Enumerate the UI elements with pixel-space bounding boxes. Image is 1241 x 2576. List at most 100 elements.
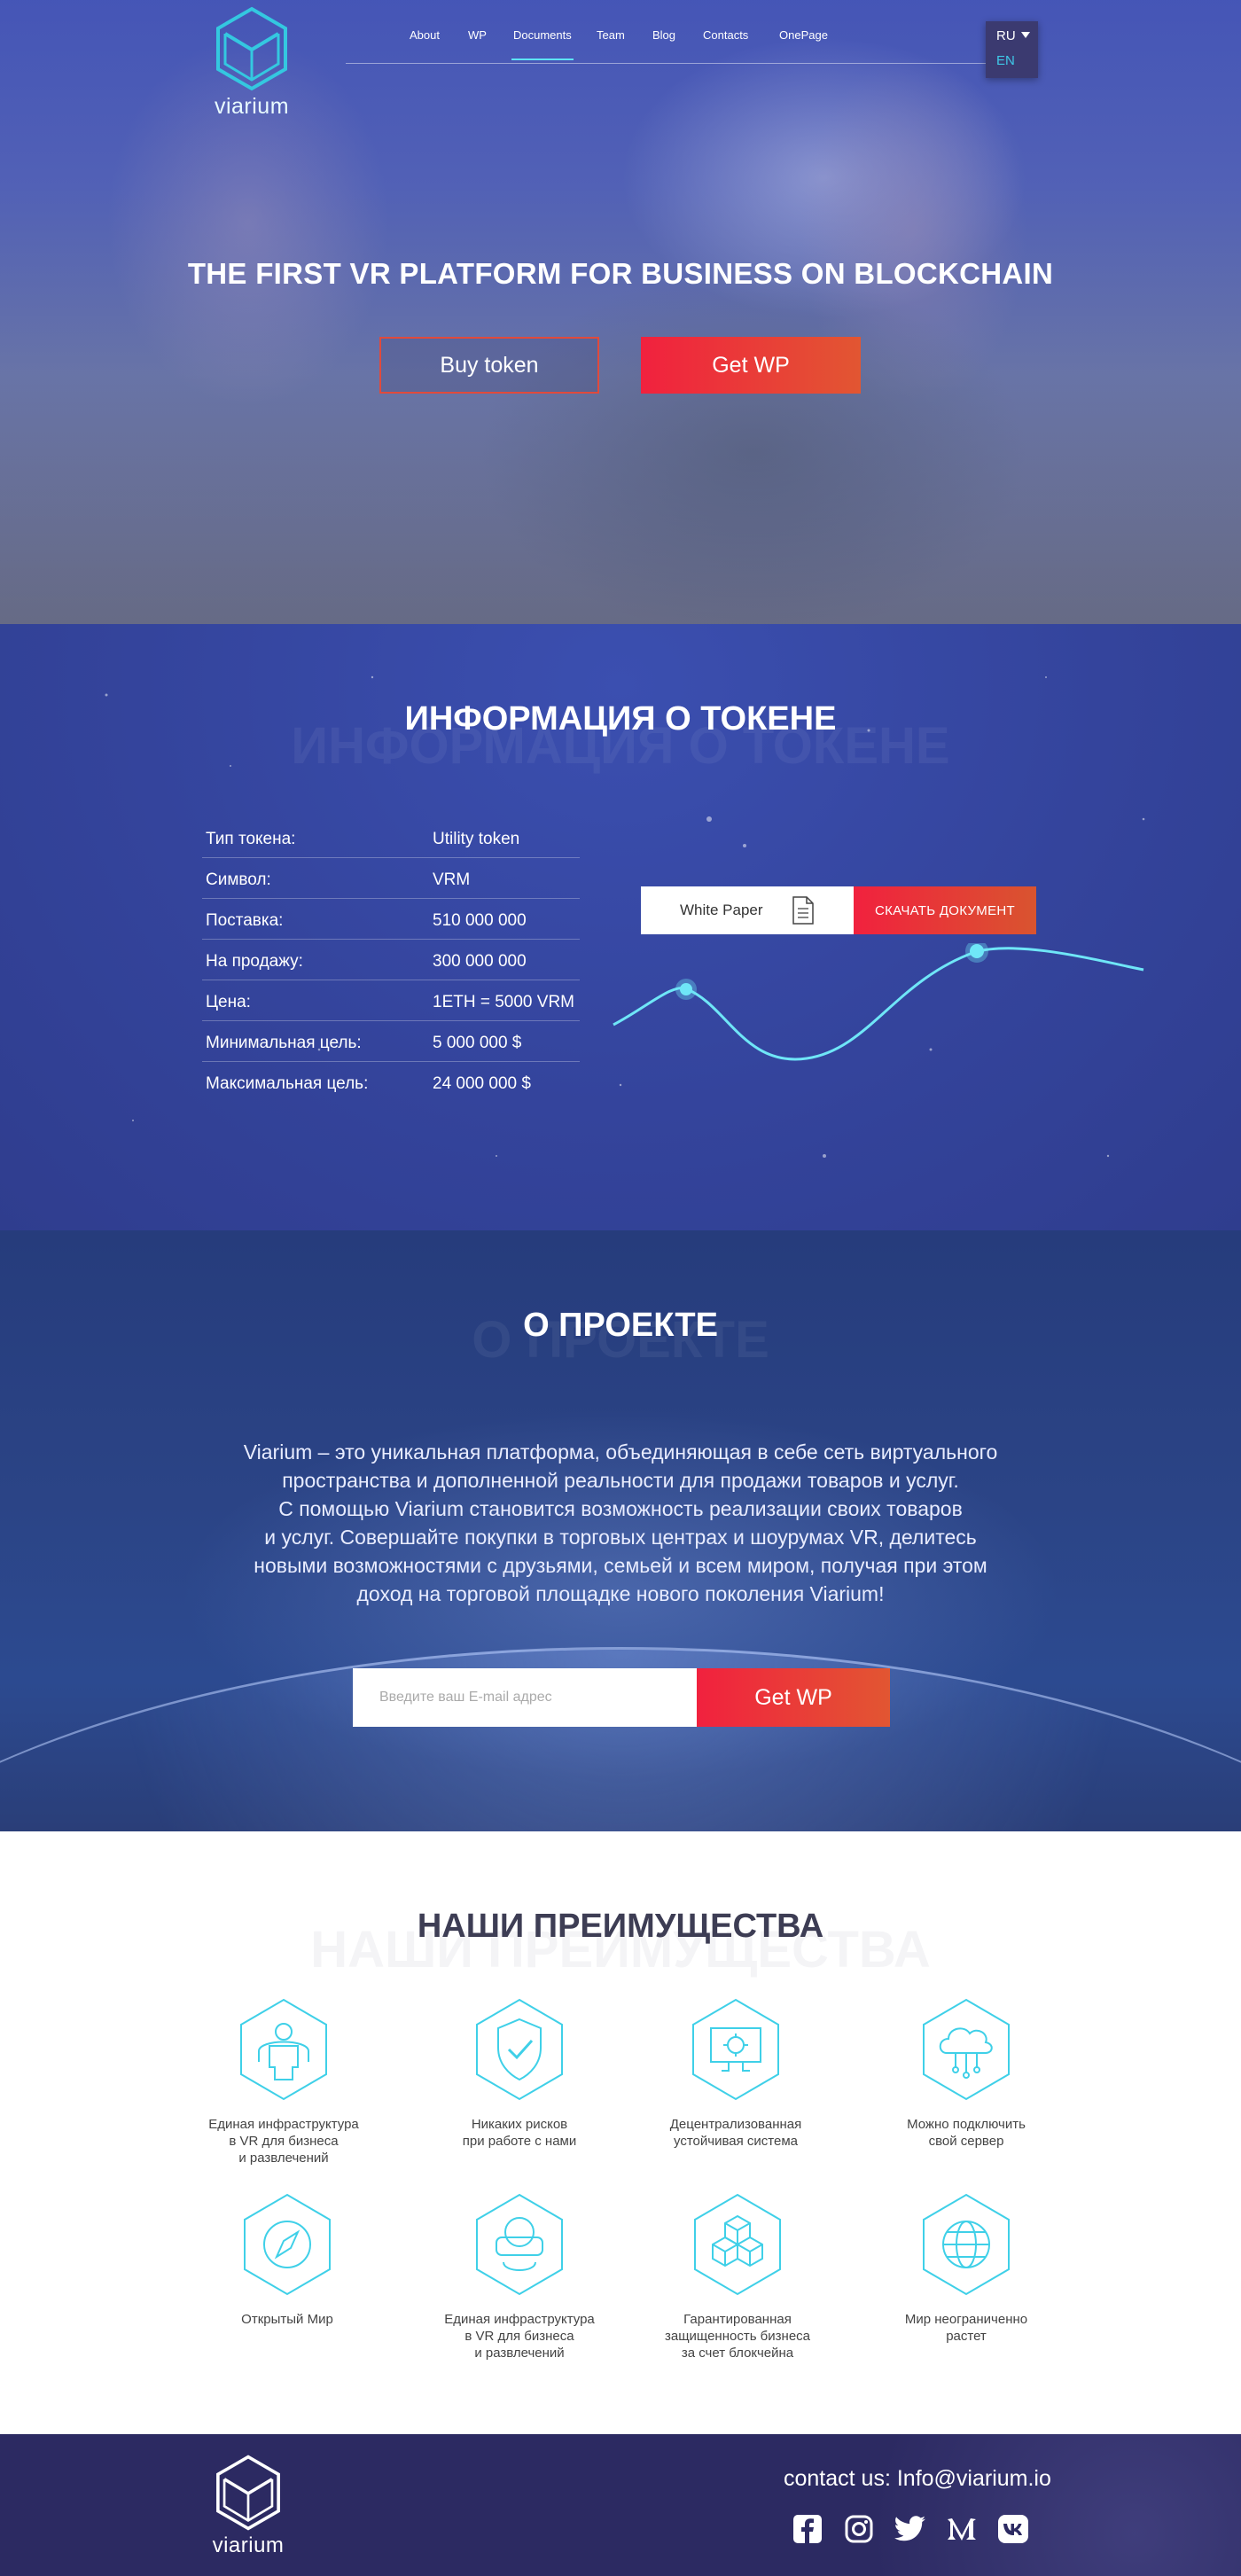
advantage-caption: Никаких рисков при работе с нами <box>422 2116 617 2150</box>
advantage-caption: Мир неограниченно растет <box>869 2311 1064 2345</box>
advantage-caption: Единая инфраструктура в VR для бизнеса и… <box>422 2311 617 2361</box>
token-row: Максимальная цель: 24 000 000 $ <box>202 1062 580 1103</box>
token-key: Тип токена: <box>206 830 296 848</box>
caption-line: Единая инфраструктура <box>444 2312 595 2327</box>
about-text-line: новыми возможностями с друзьями, семьей … <box>254 1554 987 1577</box>
caption-line: за счет блокчейна <box>681 2346 794 2361</box>
brand-name: viarium <box>214 94 290 119</box>
about-text-line: С помощью Viarium становится возможность… <box>278 1497 963 1520</box>
facebook-icon[interactable] <box>791 2512 824 2546</box>
advantage-item: Открытый Мир <box>190 2191 385 2328</box>
white-paper-label: White Paper <box>680 902 763 918</box>
token-row: Поставка: 510 000 000 <box>202 899 580 940</box>
hero-title: THE FIRST VR PLATFORM FOR BUSINESS ON BL… <box>187 257 1054 290</box>
about-title: О ПРОЕКТЕ <box>523 1307 718 1344</box>
vk-icon[interactable] <box>996 2512 1030 2546</box>
brand-name: viarium <box>212 2533 285 2557</box>
blocks-icon <box>694 2193 781 2296</box>
about-description: Viarium – это уникальная платформа, объе… <box>195 1438 1046 1608</box>
advantages-title: НАШИ ПРЕИМУЩЕСТВА <box>417 1908 824 1945</box>
nav-onepage[interactable]: OnePage <box>779 28 828 42</box>
advantage-caption: Гарантированная защищенность бизнеса за … <box>640 2311 835 2361</box>
advantage-item: Децентрализованная устойчивая система <box>638 1996 833 2150</box>
caption-line: Открытый Мир <box>241 2312 333 2327</box>
about-text-line: доход на торговой площадке нового поколе… <box>356 1582 885 1605</box>
token-key: Максимальная цель: <box>206 1074 369 1093</box>
nav-team[interactable]: Team <box>597 28 625 42</box>
advantage-caption: Открытый Мир <box>190 2311 385 2328</box>
token-key: Цена: <box>206 993 251 1011</box>
footer-background-glow <box>709 2434 1241 2576</box>
caption-line: Мир неограниченно <box>904 2312 1028 2327</box>
caption-line: Никаких рисков <box>471 2117 568 2132</box>
caption-line: Единая инфраструктура <box>208 2117 359 2132</box>
advantage-caption: Единая инфраструктура в VR для бизнеса и… <box>186 2116 381 2166</box>
token-value: Utility token <box>433 830 520 848</box>
token-row: Цена: 1ETH = 5000 VRM <box>202 980 580 1021</box>
language-current[interactable]: RU <box>996 28 1016 43</box>
hero-section: viarium About WP Documents Team Blog Con… <box>0 0 1241 624</box>
contact-email[interactable]: contact us: Info@viarium.io <box>784 2466 1051 2492</box>
nav-documents[interactable]: Documents <box>511 28 574 60</box>
advantage-caption: Можно подключить свой сервер <box>869 2116 1064 2150</box>
monitor-chip-icon <box>692 1998 779 2101</box>
token-row: Минимальная цель: 5 000 000 $ <box>202 1021 580 1062</box>
token-row: На продажу: 300 000 000 <box>202 940 580 980</box>
shield-check-icon <box>476 1998 563 2101</box>
caption-line: Гарантированная <box>683 2312 792 2327</box>
caret-down-icon <box>1021 32 1030 38</box>
caption-line: в VR для бизнеса <box>229 2134 339 2149</box>
footer-logo[interactable]: viarium <box>202 2454 294 2558</box>
about-text-line: и услуг. Совершайте покупки в торговых ц… <box>264 1526 977 1549</box>
medium-icon[interactable] <box>945 2512 979 2546</box>
nav-about[interactable]: About <box>410 28 440 42</box>
instagram-icon[interactable] <box>842 2512 876 2546</box>
token-key: Символ: <box>206 870 271 889</box>
viarium-logo-icon <box>216 6 287 91</box>
nav-blog[interactable]: Blog <box>652 28 675 42</box>
footer: viarium contact us: Info@viarium.io <box>0 2434 1241 2576</box>
email-input[interactable]: Введите ваш E-mail адрес <box>353 1668 697 1727</box>
twitter-icon[interactable] <box>894 2512 927 2546</box>
viarium-logo-icon <box>216 2455 280 2531</box>
token-table: Тип токена: Utility token Символ: VRM Пост… <box>202 817 580 1103</box>
get-wp-submit-button[interactable]: Get WP <box>697 1668 890 1727</box>
buy-token-button[interactable]: Buy token <box>379 337 599 394</box>
token-value: 5 000 000 $ <box>433 1034 522 1052</box>
advantage-item: Никаких рисков при работе с нами <box>422 1996 617 2150</box>
token-key: Минимальная цель: <box>206 1034 362 1052</box>
token-value: 1ETH = 5000 VRM <box>433 993 574 1011</box>
advantages-section: НАШИ ПРЕИМУЩЕСТВА НАШИ ПРЕИМУЩЕСТВА Един… <box>0 1831 1241 2434</box>
token-value: VRM <box>433 870 471 889</box>
caption-line: свой сервер <box>928 2134 1004 2149</box>
token-row: Тип токена: Utility token <box>202 817 580 858</box>
advantage-item: Единая инфраструктура в VR для бизнеса и… <box>422 2191 617 2361</box>
token-value: 24 000 000 $ <box>433 1074 531 1093</box>
caption-line: при работе с нами <box>462 2134 577 2149</box>
header-logo[interactable]: viarium <box>202 5 301 120</box>
caption-line: и развлечений <box>474 2346 565 2361</box>
get-wp-button[interactable]: Get WP <box>641 337 861 394</box>
token-info-section: ИНФОРМАЦИЯ О ТОКЕНЕ ИНФОРМАЦИЯ О ТОКЕНЕ … <box>0 624 1241 1230</box>
cloud-server-icon <box>923 1998 1010 2101</box>
advantage-item: Можно подключить свой сервер <box>869 1996 1064 2150</box>
main-nav: About WP Documents Team Blog Contacts On… <box>346 25 993 64</box>
token-key: Поставка: <box>206 911 284 930</box>
token-value: 510 000 000 <box>433 911 527 930</box>
hero-overlay <box>0 0 1241 624</box>
about-text-line: пространства и дополненной реальности дл… <box>282 1469 959 1492</box>
white-paper-box[interactable]: White Paper <box>641 886 854 934</box>
token-value: 300 000 000 <box>433 952 527 971</box>
globe-icon <box>923 2193 1010 2296</box>
token-key: На продажу: <box>206 952 303 971</box>
caption-line: защищенность бизнеса <box>664 2329 811 2344</box>
caption-line: растет <box>946 2329 987 2344</box>
vr-person-icon <box>240 1998 327 2101</box>
download-document-button[interactable]: СКАЧАТЬ ДОКУМЕНТ <box>854 886 1036 934</box>
language-switcher[interactable]: RU EN <box>986 21 1038 78</box>
social-links <box>791 2512 1030 2546</box>
nav-contacts[interactable]: Contacts <box>703 28 748 42</box>
language-option-en[interactable]: EN <box>996 53 1015 68</box>
nav-wp[interactable]: WP <box>468 28 487 42</box>
vr-headset-icon <box>476 2193 563 2296</box>
